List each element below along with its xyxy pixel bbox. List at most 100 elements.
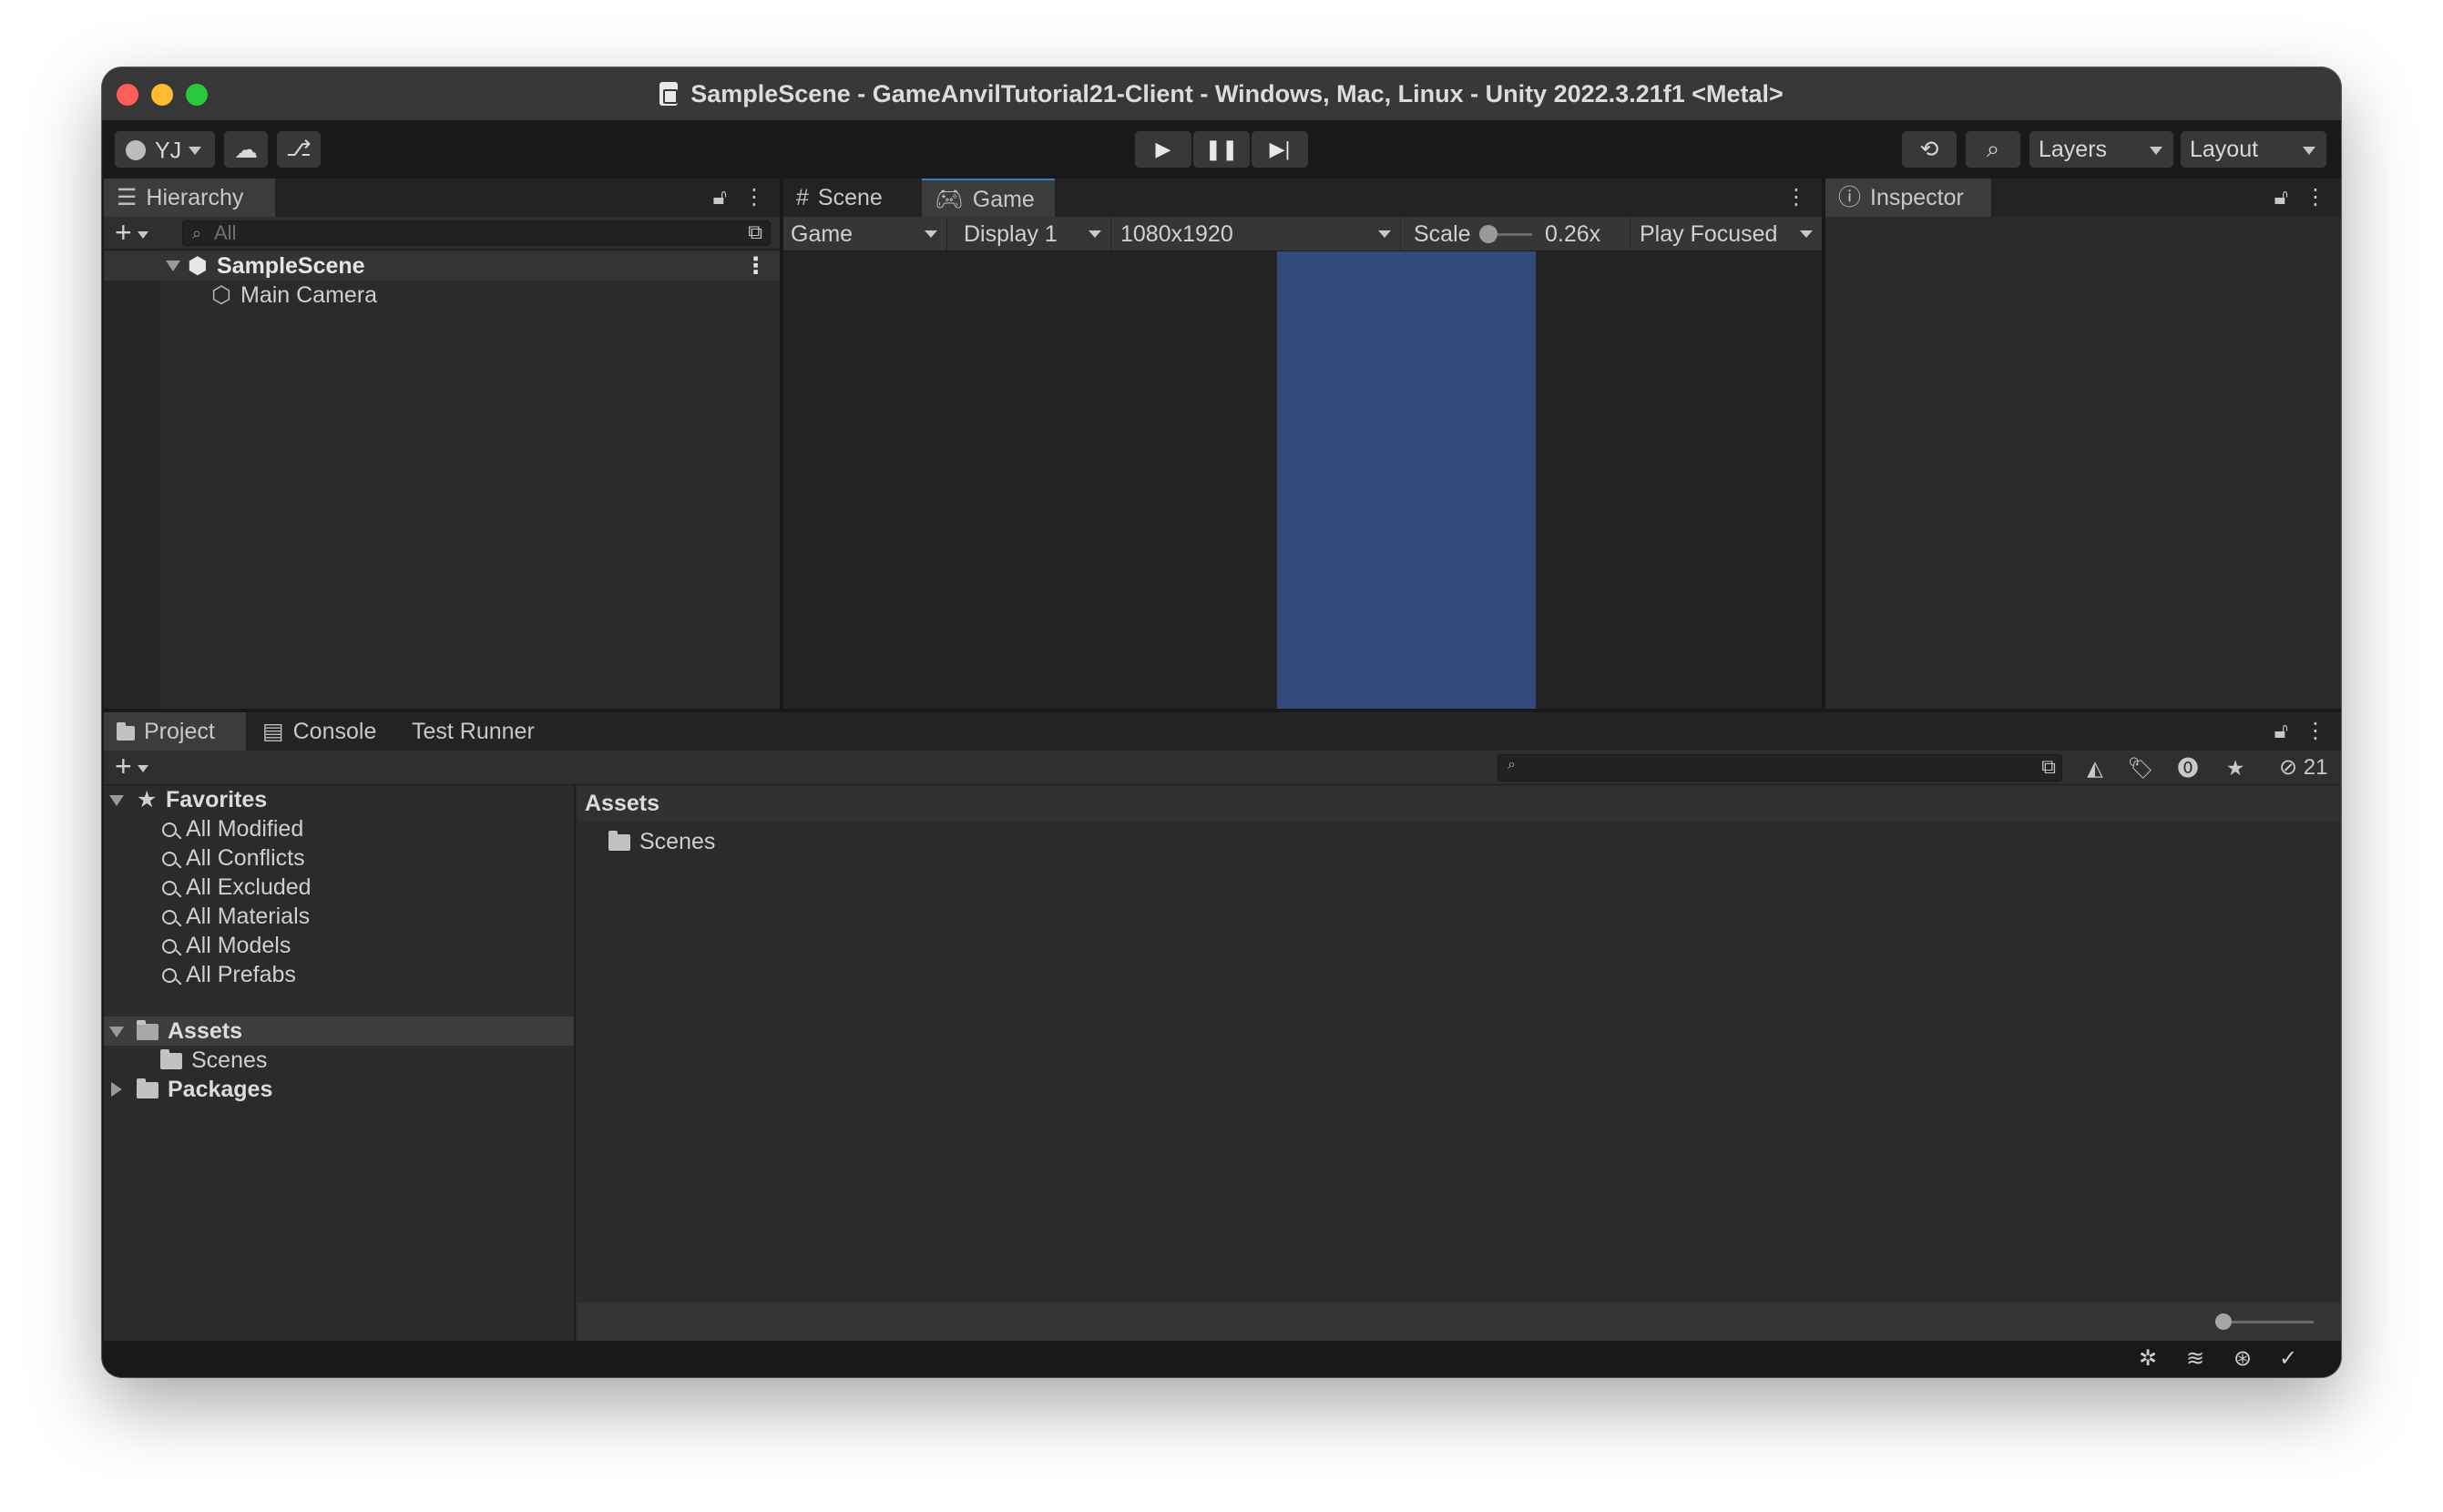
view-type-label: Game [791, 221, 854, 247]
cache-server-button[interactable]: ≋ [2177, 1344, 2213, 1374]
project-toolbar: + ⌕ ⧉ ◭ 🏷︎ ⓿ ★ ⊘ 21 [104, 751, 2341, 785]
more-options-icon[interactable]: ⋮ [744, 251, 767, 281]
tree-item-label: All Conflicts [186, 845, 305, 871]
expand-arrow-icon[interactable] [109, 795, 124, 806]
camera-render-area [1277, 251, 1536, 709]
resolution-dropdown[interactable]: 1080x1920 [1113, 217, 1401, 251]
hidden-packages-count: 21 [2303, 755, 2328, 780]
collab-icon: ⎇ [286, 137, 312, 161]
chevron-down-icon [1378, 230, 1391, 238]
tree-packages-label: Packages [168, 1077, 273, 1102]
view-type-dropdown[interactable]: Game [783, 217, 947, 251]
game-viewport[interactable] [783, 251, 1822, 709]
tree-item-label: All Materials [186, 904, 311, 929]
layout-dropdown[interactable]: Layout [2181, 131, 2326, 168]
search-icon [162, 968, 177, 983]
folder-icon [608, 831, 630, 851]
search-icon: ⌕ [1508, 757, 1516, 772]
network-icon: ⊛ [2233, 1346, 2253, 1371]
tab-inspector[interactable]: ⓘ Inspector [1825, 179, 1991, 217]
tab-game-label: Game [972, 187, 1035, 212]
play-button[interactable]: ▶ [1135, 131, 1191, 168]
filter-by-label-button[interactable]: 🏷︎ [2122, 754, 2159, 782]
filter-by-log-button[interactable]: ⓿ [2170, 754, 2206, 782]
content-item-scenes[interactable]: Scenes [608, 827, 715, 856]
game-panel: # Scene 🎮︎ Game ⋮ Game Display 1 1080x1920… [783, 179, 1822, 709]
project-search-input[interactable]: ⌕ ⧉ [1497, 754, 2062, 782]
expand-arrow-icon[interactable] [111, 1082, 122, 1097]
tree-packages[interactable]: Packages [104, 1075, 574, 1104]
pause-button[interactable]: ❚❚ [1193, 131, 1250, 168]
more-options-icon[interactable]: ⋮ [2305, 185, 2326, 209]
chevron-down-icon [189, 146, 202, 155]
tree-item-all-materials[interactable]: All Materials [104, 902, 574, 931]
grid-icon: # [796, 185, 809, 210]
status-bar: ✲ ≋ ⊛ ✓ [102, 1341, 2341, 1377]
console-icon: ▤ [262, 719, 284, 744]
tree-item-all-excluded[interactable]: All Excluded [104, 873, 574, 902]
tree-item-all-prefabs[interactable]: All Prefabs [104, 960, 574, 989]
scene-game-tabbar: # Scene 🎮︎ Game ⋮ [783, 179, 1822, 217]
account-dropdown[interactable]: YJ [115, 131, 215, 168]
tree-item-all-conflicts[interactable]: All Conflicts [104, 843, 574, 873]
layers-dropdown[interactable]: Layers [2029, 131, 2173, 168]
more-options-icon[interactable]: ⋮ [743, 185, 765, 209]
save-search-button[interactable]: ★ [2217, 754, 2254, 782]
auto-refresh-button[interactable]: ✓ [2270, 1344, 2306, 1374]
debug-mode-button[interactable]: ✲ [2130, 1344, 2166, 1374]
tab-test-runner[interactable]: Test Runner [399, 712, 554, 751]
scale-slider-handle[interactable] [1479, 225, 1497, 243]
icon-size-slider-track[interactable] [2223, 1321, 2314, 1323]
undo-history-button[interactable]: ⟲ [1902, 131, 1957, 168]
search-options-icon[interactable]: ⧉ [2041, 755, 2056, 779]
more-options-icon[interactable]: ⋮ [2305, 719, 2326, 743]
project-folder-tree: ★ Favorites All Modified All Conflicts A… [104, 785, 576, 1341]
tree-item-scenes[interactable]: Scenes [104, 1046, 574, 1075]
pause-icon: ❚❚ [1204, 138, 1239, 160]
search-button[interactable]: ⌕ [1966, 131, 2020, 168]
lock-icon[interactable]: 🔓︎ [2274, 185, 2288, 209]
chevron-down-icon [925, 230, 937, 238]
hierarchy-item-main-camera[interactable]: ⬡ Main Camera [104, 281, 780, 310]
tab-console-label: Console [292, 719, 377, 744]
hierarchy-scene-row[interactable]: ⬢ SampleScene ⋮ [104, 251, 780, 281]
search-options-icon[interactable]: ⧉ [748, 220, 762, 244]
create-dropdown[interactable]: + [115, 751, 148, 782]
content-breadcrumb[interactable]: Assets [578, 785, 2341, 822]
tab-console[interactable]: ▤ Console [250, 712, 399, 751]
more-options-icon[interactable]: ⋮ [1785, 185, 1807, 209]
tree-item-all-models[interactable]: All Models [104, 931, 574, 960]
search-icon: ⌕ [1986, 137, 1999, 162]
tree-favorites[interactable]: ★ Favorites [104, 785, 574, 814]
warning-icon: ⓿ [2177, 756, 2199, 780]
tree-assets[interactable]: Assets [104, 1017, 574, 1046]
create-dropdown[interactable]: + [115, 217, 148, 248]
layout-label: Layout [2190, 137, 2259, 162]
expand-arrow-icon[interactable] [109, 1027, 124, 1037]
collab-button[interactable]: ⎇ [277, 131, 321, 168]
tab-hierarchy[interactable]: ☰ Hierarchy [104, 179, 275, 217]
lock-icon[interactable]: 🔓︎ [2274, 719, 2288, 743]
inspector-panel: ⓘ Inspector 🔓︎ ⋮ [1825, 179, 2341, 709]
inspector-tabbar: ⓘ Inspector 🔓︎ ⋮ [1825, 179, 2341, 217]
bug-icon: ✲ [2138, 1346, 2158, 1371]
network-button[interactable]: ⊛ [2224, 1344, 2261, 1374]
lock-icon[interactable]: 🔓︎ [712, 185, 727, 209]
hierarchy-gutter [104, 250, 160, 709]
tree-item-all-modified[interactable]: All Modified [104, 814, 574, 843]
play-mode-dropdown[interactable]: Play Focused [1632, 217, 1822, 251]
tab-project[interactable]: Project [104, 712, 246, 751]
hierarchy-search-input[interactable]: ⌕ All ⧉ [182, 220, 771, 246]
icon-size-slider-handle[interactable] [2215, 1313, 2232, 1330]
cloud-button[interactable]: ☁ [224, 131, 268, 168]
tree-favorites-label: Favorites [166, 787, 268, 812]
expand-arrow-icon[interactable] [166, 261, 180, 271]
tab-game[interactable]: 🎮︎ Game [922, 179, 1055, 217]
hidden-packages-toggle[interactable]: ⊘ 21 [2279, 754, 2327, 782]
step-button[interactable]: ▶| [1252, 131, 1308, 168]
display-dropdown[interactable]: Display 1 [953, 217, 1111, 251]
tab-scene[interactable]: # Scene [783, 179, 922, 217]
filter-by-type-button[interactable]: ◭ [2077, 754, 2113, 782]
folder-icon [117, 722, 135, 741]
scale-value: 0.26x [1545, 221, 1601, 247]
